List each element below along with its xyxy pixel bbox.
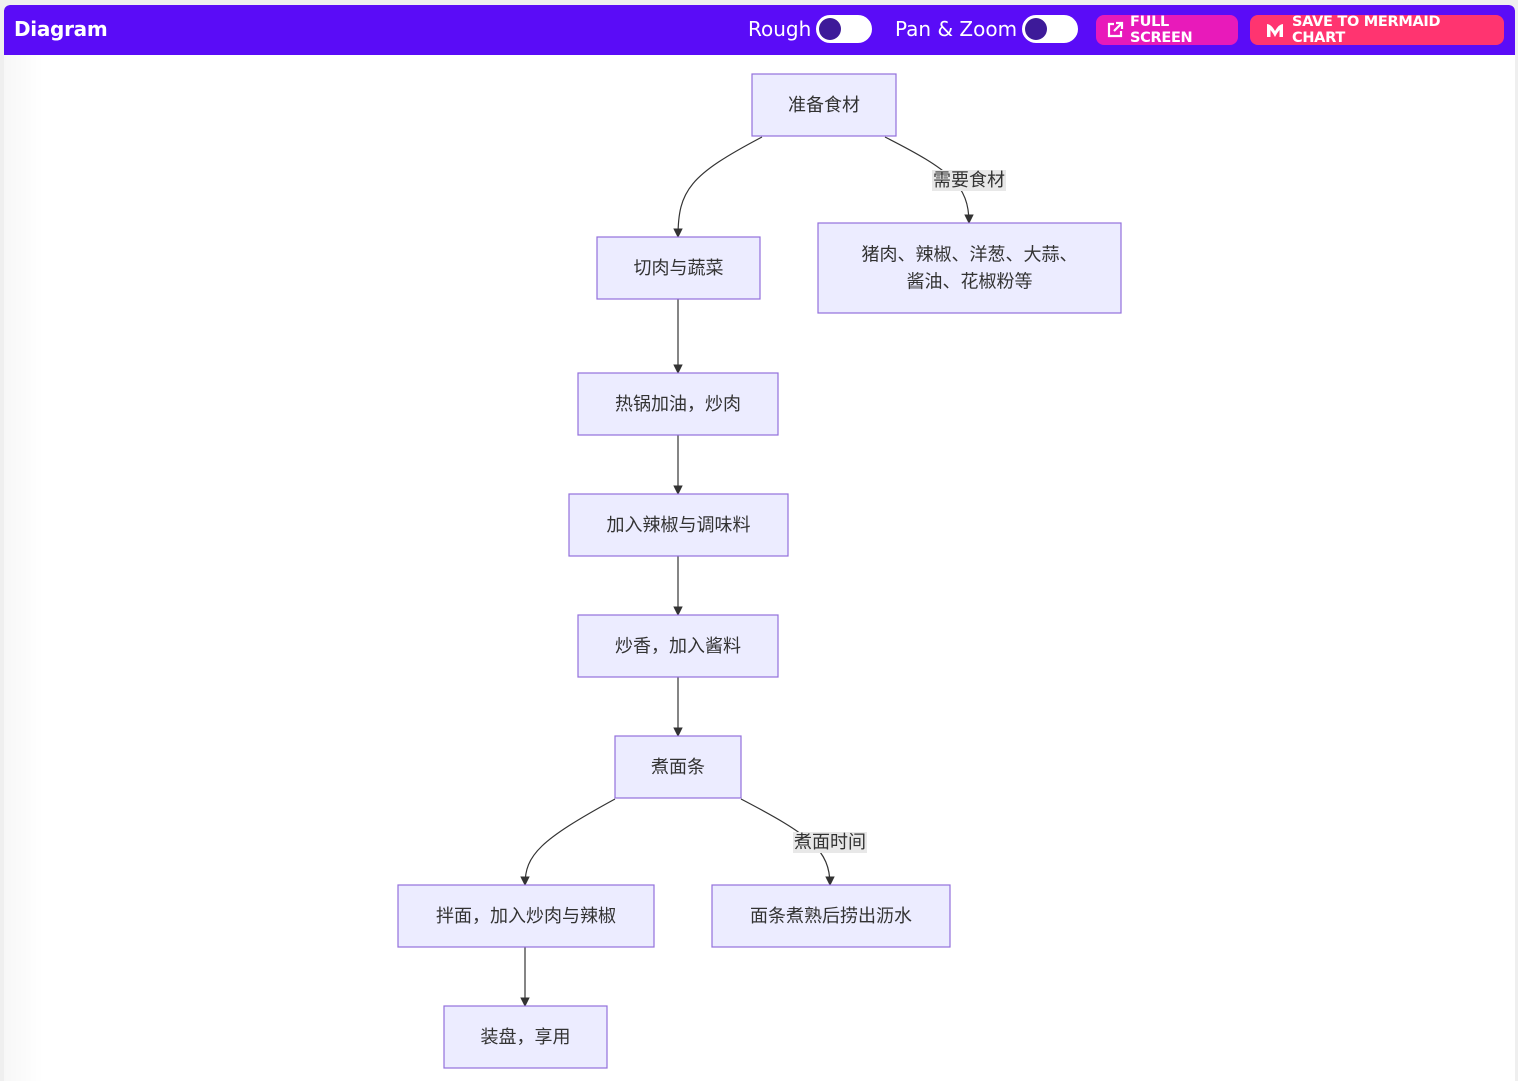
node-c: 猪肉、辣椒、洋葱、大蒜、酱油、花椒粉等: [817, 222, 1122, 314]
node-label: 面条煮熟后捞出沥水: [750, 906, 912, 927]
node-h: 拌面，加入炒肉与辣椒: [397, 884, 655, 948]
node-label: 加入辣椒与调味料: [607, 515, 751, 536]
node-label: 准备食材: [788, 95, 860, 116]
node-box: [817, 222, 1122, 314]
node-b: 切肉与蔬菜: [596, 236, 761, 300]
node-label: 煮面条: [651, 757, 705, 778]
flowchart: 需要食材煮面时间 准备食材切肉与蔬菜 猪肉、辣椒、洋葱、大蒜、酱油、花椒粉等热锅加…: [397, 73, 1122, 1069]
node-label: 切肉与蔬菜: [634, 258, 724, 279]
node-label: 装盘，享用: [481, 1027, 571, 1048]
edge-label: 煮面时间: [793, 832, 867, 853]
node-label: 酱油、花椒粉等: [907, 272, 1033, 293]
node-i: 面条煮熟后捞出沥水: [711, 884, 951, 948]
edge-label-text: 需要食材: [933, 170, 1005, 191]
node-label: 炒香，加入酱料: [615, 636, 741, 657]
node-label: 猪肉、辣椒、洋葱、大蒜、: [862, 245, 1078, 266]
node-e: 加入辣椒与调味料: [568, 493, 789, 557]
edge-label: 需要食材: [932, 170, 1006, 191]
edge-a-b: [673, 136, 763, 238]
diagram-panel: Diagram Rough Pan & Zoom FULL SCREEN SAV…: [4, 5, 1515, 1081]
node-label: 热锅加油，炒肉: [615, 394, 741, 415]
edge-g-h: [520, 798, 616, 886]
edge-label-text: 煮面时间: [794, 832, 866, 853]
node-a: 准备食材: [751, 73, 897, 137]
node-j: 装盘，享用: [443, 1005, 608, 1069]
node-label: 拌面，加入炒肉与辣椒: [436, 906, 616, 927]
node-d: 热锅加油，炒肉: [577, 372, 779, 436]
node-f: 炒香，加入酱料: [577, 614, 779, 678]
node-g: 煮面条: [614, 735, 742, 799]
